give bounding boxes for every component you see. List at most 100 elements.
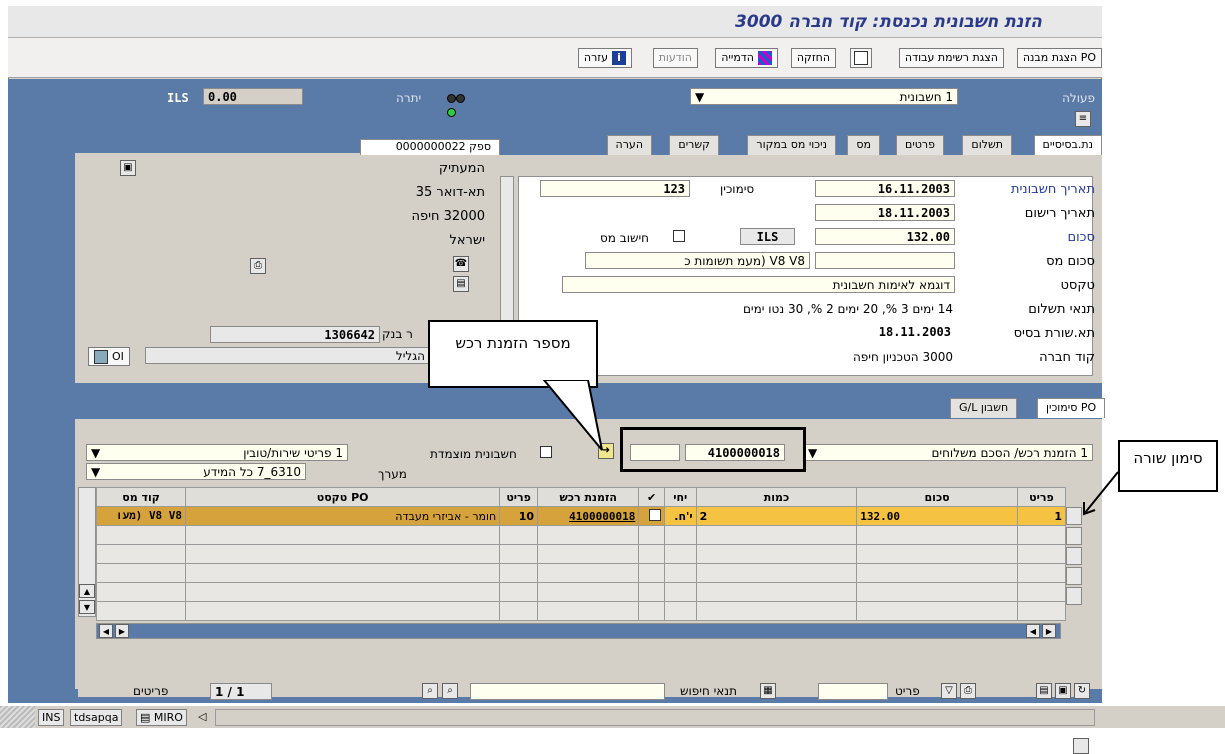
table-row[interactable]: 1 132.00 2 י'ח. 4100000018 10 חומר - אבי… <box>95 506 1067 526</box>
messages-button[interactable]: הודעות <box>652 48 698 68</box>
col-check[interactable]: ✔ <box>638 487 665 507</box>
col-po-text[interactable]: PO טקסט <box>185 487 501 507</box>
action-field[interactable]: 1 חשבונית ▼ <box>690 88 958 105</box>
vendor-detail-icon[interactable]: ▣ <box>120 160 136 176</box>
table-row[interactable] <box>95 544 1067 564</box>
simulate-button[interactable]: הדמייה <box>715 48 778 68</box>
cell-tax[interactable]: V8 V8 (מעו <box>95 506 187 526</box>
posting-date-label: תאריך רישום <box>1024 206 1095 221</box>
list-button[interactable]: ▤ <box>1036 683 1052 699</box>
find-icon[interactable]: ⌕ <box>442 683 458 699</box>
oi-button[interactable]: OI <box>88 347 130 366</box>
dropdown-icon[interactable]: ▼ <box>91 464 100 479</box>
filter-button[interactable]: ▽ <box>941 683 957 699</box>
find-next-icon[interactable]: ⌕ <box>422 683 438 699</box>
cell-amount[interactable]: 132.00 <box>856 506 1018 526</box>
po-number-callout: מספר הזמנת רכש <box>428 320 598 388</box>
expand-icon[interactable]: ≡ <box>1075 111 1091 127</box>
col-item[interactable]: פריט <box>1016 487 1067 507</box>
row-selector[interactable] <box>1066 587 1082 605</box>
tab-details[interactable]: פרטים <box>896 135 944 155</box>
dropdown-icon[interactable]: ▼ <box>695 89 704 104</box>
refresh-button[interactable]: ↻ <box>1074 683 1090 699</box>
row-checkbox[interactable] <box>648 508 661 521</box>
row-selector[interactable] <box>1066 567 1082 585</box>
detail-button[interactable]: ▣ <box>1055 683 1071 699</box>
layout-button[interactable] <box>850 48 872 68</box>
cell-quantity[interactable]: 2 <box>695 506 858 526</box>
fax-icon[interactable]: ▤ <box>453 276 469 292</box>
dropdown-icon[interactable]: ▼ <box>91 445 100 460</box>
scroll-left-end-icon[interactable]: ◀ <box>1026 624 1040 638</box>
col-po[interactable]: הזמנת רכש <box>537 487 640 507</box>
collapse-icon[interactable]: ◁ <box>198 710 206 723</box>
search-field[interactable] <box>470 683 665 700</box>
items-label: פריטים <box>133 684 169 698</box>
search-criteria-icon[interactable]: ▦ <box>760 683 776 699</box>
tab-payment[interactable]: תשלום <box>962 135 1012 155</box>
col-po-item[interactable]: פריט <box>499 487 539 507</box>
table-row[interactable] <box>95 582 1067 602</box>
layout2-label: מערך <box>378 467 407 481</box>
scroll-right-end-icon[interactable]: ▶ <box>1042 624 1056 638</box>
hold-button[interactable]: החזקה <box>790 48 836 68</box>
tab-po-reference[interactable]: PO סימוכין <box>1037 398 1106 418</box>
tab-withholding[interactable]: ניכוי מס במקור <box>747 135 836 155</box>
grid-scrollbar-vertical[interactable]: ▲ ▼ <box>78 487 96 617</box>
col-tax-code[interactable]: קוד מס <box>95 487 187 507</box>
row-selector[interactable] <box>1066 527 1082 545</box>
po-structure-button[interactable]: PO הצגת מבנה <box>1016 48 1102 68</box>
table-row[interactable] <box>95 563 1067 583</box>
company-label: קוד חברה <box>1039 350 1095 365</box>
tax-code-field[interactable]: V8 V8 (מעמ תשומות כ <box>585 252 810 269</box>
status-bar: INS tdsapqa ▤ MIRO ◁ <box>0 706 1225 728</box>
dropdown-icon[interactable]: ▼ <box>808 445 817 460</box>
scroll-down-icon[interactable]: ▼ <box>79 600 95 614</box>
row-selector[interactable] <box>1066 547 1082 565</box>
text-field[interactable]: דוגמא לאימות חשבונית <box>562 276 955 293</box>
payterms-value: 14 ימים 3 %, 20 ימים 2 %, 30 נטו ימים <box>742 302 953 316</box>
grid-scrollbar-horizontal[interactable]: ◀ ▶ ◀ ▶ <box>96 623 1061 639</box>
invoice-date-field[interactable]: 16.11.2003 <box>815 180 955 197</box>
tab-gl-account[interactable]: חשבון G/L <box>950 398 1018 418</box>
print-button[interactable]: ⎙ <box>960 683 976 699</box>
cell-po[interactable]: 4100000018 <box>537 506 640 526</box>
calc-tax-checkbox[interactable] <box>673 230 685 242</box>
layout2-field[interactable]: 6310_7 כל המידע ▼ <box>86 463 306 480</box>
cell-item[interactable]: 1 <box>1016 506 1067 526</box>
grid-icon <box>94 349 108 364</box>
help-button[interactable]: i עזרה <box>577 48 632 68</box>
posting-date-field[interactable]: 18.11.2003 <box>815 204 955 221</box>
help-label: עזרה <box>583 51 608 64</box>
tab-basic[interactable]: נת.בסיסיים <box>1033 135 1102 155</box>
worklist-button[interactable]: הצגת רשימת עבודה <box>898 48 1004 68</box>
layout-field[interactable]: 1 פריטי שירות/טובין ▼ <box>86 444 348 461</box>
vendor-tab[interactable]: ספק 0000000022 <box>360 139 500 155</box>
action-label: פעולה <box>1062 91 1095 105</box>
item-search-field[interactable] <box>818 683 888 700</box>
reference-field[interactable]: 123 <box>540 180 690 197</box>
table-row[interactable] <box>95 525 1067 545</box>
tab-tax[interactable]: מס <box>847 135 880 155</box>
tab-contacts[interactable]: קשרים <box>669 135 719 155</box>
simulate-label: הדמייה <box>721 51 754 64</box>
baseline-field[interactable]: 18.11.2003 <box>815 324 955 341</box>
cell-check[interactable] <box>638 506 665 526</box>
cell-po-item[interactable]: 10 <box>499 506 539 526</box>
tab-note[interactable]: הערה <box>606 135 652 155</box>
amount-field[interactable]: 132.00 <box>815 228 955 245</box>
col-amount[interactable]: סכום <box>856 487 1018 507</box>
scroll-left-icon[interactable]: ◀ <box>99 624 113 638</box>
scroll-right-icon[interactable]: ▶ <box>115 624 129 638</box>
status-tcode[interactable]: ▤ MIRO <box>136 709 187 726</box>
phone-icon[interactable]: ☎ <box>453 256 469 272</box>
cell-po-text[interactable]: חומר - אביזרי מעבדה <box>185 506 501 526</box>
cell-unit[interactable]: י'ח. <box>663 506 697 526</box>
scroll-up-icon[interactable]: ▲ <box>79 584 95 598</box>
tax-amount-field[interactable] <box>815 252 955 269</box>
print-icon[interactable]: ⎙ <box>250 258 266 274</box>
table-row[interactable] <box>95 601 1067 621</box>
col-quantity[interactable]: כמות <box>695 487 858 507</box>
col-unit[interactable]: יחי <box>663 487 697 507</box>
po-type-field[interactable]: 1 הזמנת רכש/ הסכם משלוחים ▼ <box>803 444 1093 461</box>
